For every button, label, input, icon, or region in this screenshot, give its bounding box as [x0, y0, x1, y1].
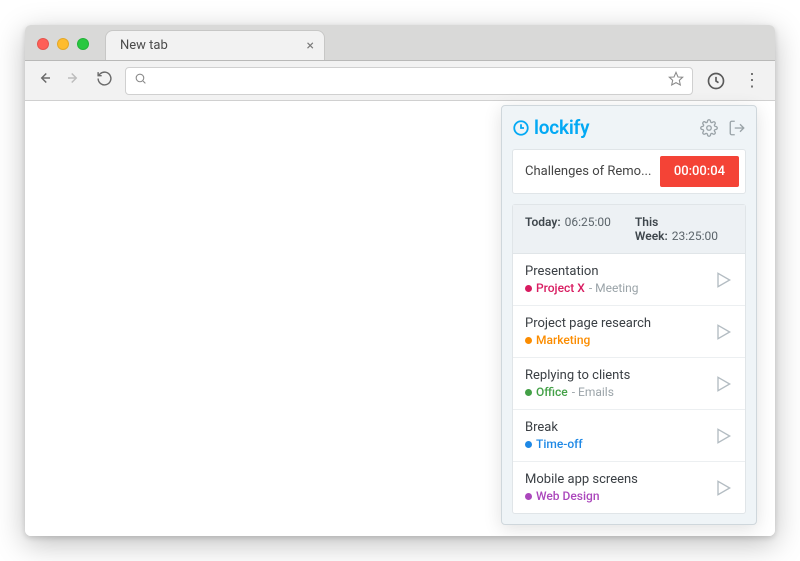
- resume-entry-button[interactable]: [713, 478, 733, 498]
- time-entry-title: Project page research: [525, 316, 705, 331]
- toolbar: ⋮: [25, 61, 775, 101]
- address-input[interactable]: [155, 73, 660, 88]
- active-timer: Challenges of Remo... 00:00:04: [512, 149, 746, 194]
- clockify-popup: lockify Challenges of Remo... 00:00:04: [501, 105, 757, 525]
- project-color-dot: [525, 285, 532, 292]
- resume-entry-button[interactable]: [713, 270, 733, 290]
- play-icon: [713, 478, 733, 498]
- time-entry-title: Presentation: [525, 264, 705, 279]
- resume-entry-button[interactable]: [713, 426, 733, 446]
- time-entry-title: Mobile app screens: [525, 472, 705, 487]
- project-name: Office: [536, 385, 568, 399]
- browser-tab[interactable]: New tab ×: [105, 30, 325, 60]
- reload-button[interactable]: [95, 70, 113, 92]
- window-zoom-button[interactable]: [77, 38, 89, 50]
- clockify-logo: lockify: [512, 116, 589, 139]
- time-entry-main: Mobile app screens Web Design: [525, 472, 705, 503]
- resume-entry-button[interactable]: [713, 374, 733, 394]
- time-entry-main: Presentation Project X Meeting: [525, 264, 705, 295]
- active-timer-description[interactable]: Challenges of Remo...: [525, 164, 660, 179]
- stop-timer-button[interactable]: 00:00:04: [660, 156, 739, 187]
- task-name: Meeting: [589, 281, 639, 295]
- arrow-right-icon: [65, 69, 83, 87]
- logout-button[interactable]: [728, 119, 746, 137]
- project-color-dot: [525, 493, 532, 500]
- window-minimize-button[interactable]: [57, 38, 69, 50]
- page-content: lockify Challenges of Remo... 00:00:04: [25, 101, 775, 536]
- project-name: Time-off: [536, 437, 583, 451]
- time-entry[interactable]: Presentation Project X Meeting: [513, 254, 745, 305]
- project-name: Project X: [536, 281, 585, 295]
- time-entry[interactable]: Replying to clients Office Emails: [513, 357, 745, 409]
- browser-window: New tab × ⋮: [25, 25, 775, 536]
- project-name: Marketing: [536, 333, 590, 347]
- play-icon: [713, 374, 733, 394]
- time-entry-main: Replying to clients Office Emails: [525, 368, 705, 399]
- entries-list: Presentation Project X Meeting Project page…: [513, 254, 745, 513]
- gear-icon: [700, 119, 718, 137]
- search-icon: [134, 72, 147, 89]
- clockify-icon: [706, 71, 726, 91]
- tab-title: New tab: [120, 38, 168, 53]
- settings-button[interactable]: [700, 119, 718, 137]
- project-color-dot: [525, 389, 532, 396]
- clockify-logo-text: lockify: [534, 116, 589, 139]
- window-close-button[interactable]: [37, 38, 49, 50]
- time-entry-project: Web Design: [525, 489, 705, 503]
- clockify-extension-button[interactable]: [705, 70, 727, 92]
- clockify-logo-icon: [512, 119, 530, 137]
- time-entry-title: Replying to clients: [525, 368, 705, 383]
- time-entry-project: Time-off: [525, 437, 705, 451]
- time-entry-project: Project X Meeting: [525, 281, 705, 295]
- time-entry[interactable]: Mobile app screens Web Design: [513, 461, 745, 513]
- popup-header: lockify: [512, 116, 746, 139]
- time-entry-main: Project page research Marketing: [525, 316, 705, 347]
- arrow-left-icon: [35, 69, 53, 87]
- project-color-dot: [525, 441, 532, 448]
- play-icon: [713, 270, 733, 290]
- resume-entry-button[interactable]: [713, 322, 733, 342]
- back-button[interactable]: [35, 69, 53, 92]
- address-bar[interactable]: [125, 67, 693, 95]
- time-entry[interactable]: Project page research Marketing: [513, 305, 745, 357]
- browser-menu-button[interactable]: ⋮: [739, 70, 765, 91]
- time-entry-project: Marketing: [525, 333, 705, 347]
- time-entry[interactable]: Break Time-off: [513, 409, 745, 461]
- task-name: Emails: [572, 385, 614, 399]
- tab-close-icon[interactable]: ×: [307, 38, 314, 54]
- time-entry-project: Office Emails: [525, 385, 705, 399]
- entries-card: Today:06:25:00 This Week:23:25:00 Presen…: [512, 204, 746, 514]
- play-icon: [713, 322, 733, 342]
- time-summary: Today:06:25:00 This Week:23:25:00: [513, 205, 745, 254]
- titlebar: New tab ×: [25, 25, 775, 61]
- play-icon: [713, 426, 733, 446]
- forward-button[interactable]: [65, 69, 83, 92]
- reload-icon: [96, 70, 113, 87]
- summary-week: This Week:23:25:00: [635, 215, 733, 243]
- summary-today: Today:06:25:00: [525, 215, 611, 243]
- bookmark-star-icon[interactable]: [668, 71, 684, 91]
- time-entry-title: Break: [525, 420, 705, 435]
- project-name: Web Design: [536, 489, 600, 503]
- project-color-dot: [525, 337, 532, 344]
- window-controls: [25, 38, 101, 60]
- time-entry-main: Break Time-off: [525, 420, 705, 451]
- logout-icon: [728, 119, 746, 137]
